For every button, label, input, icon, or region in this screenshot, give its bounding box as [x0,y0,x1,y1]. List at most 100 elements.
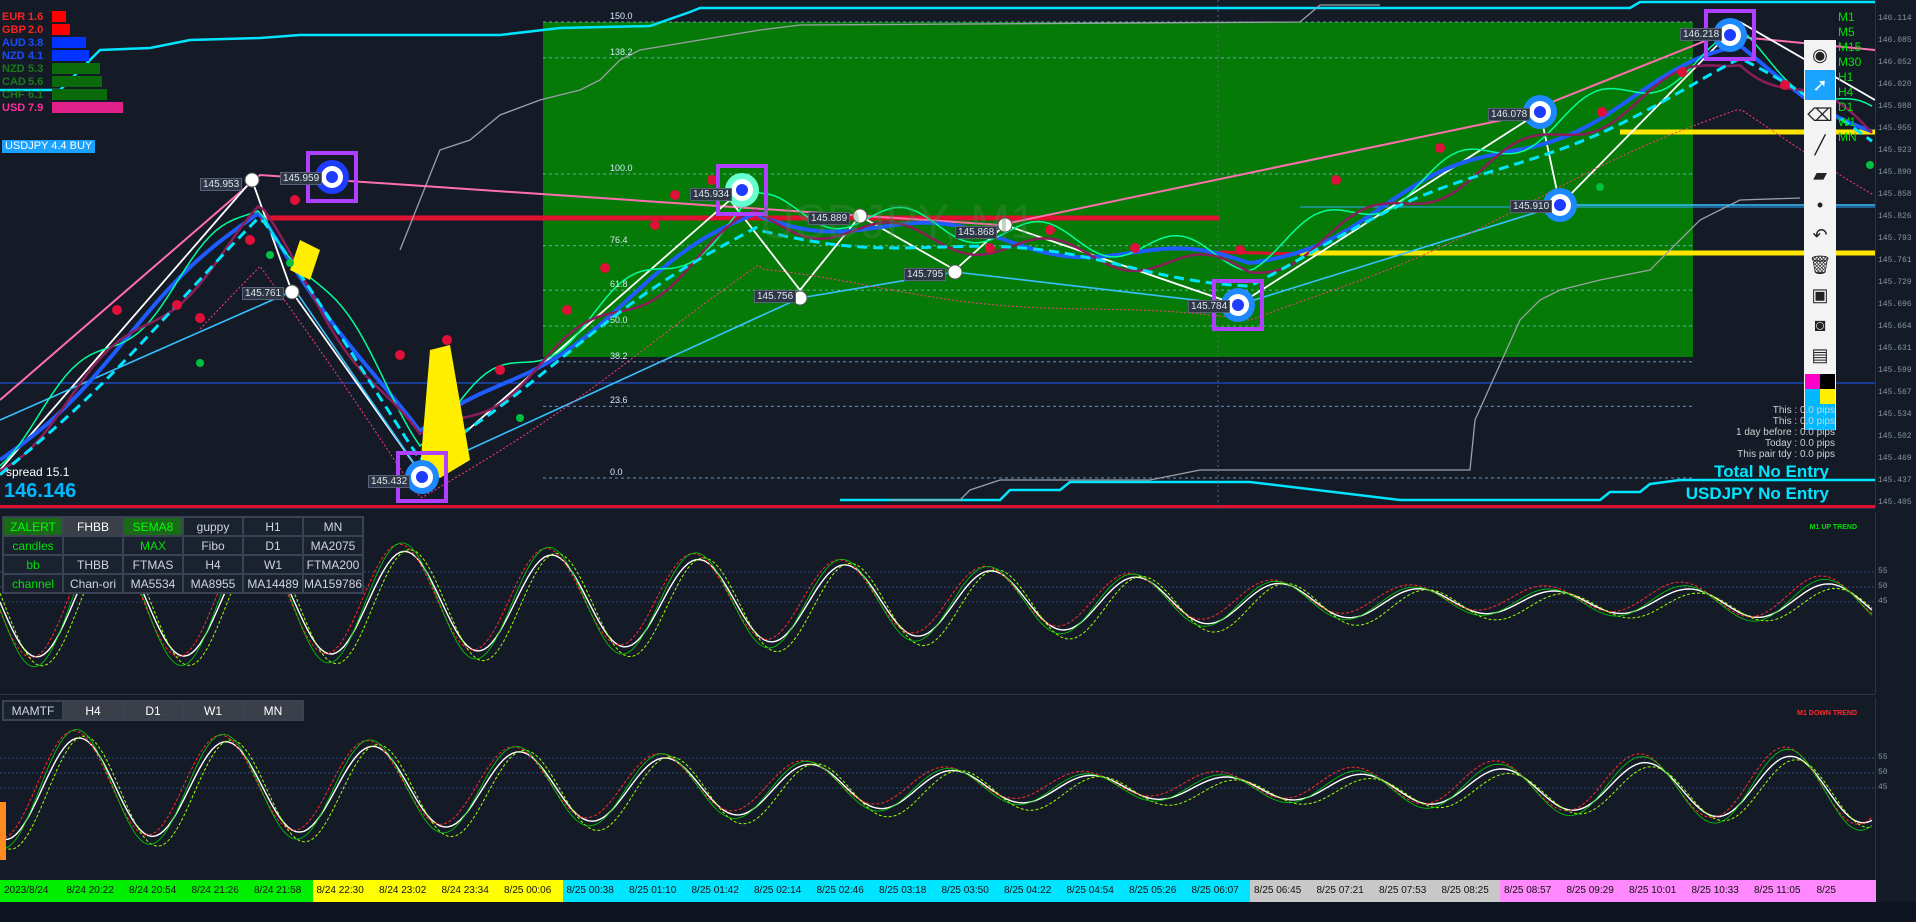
mtf-button[interactable]: W1 [183,701,243,720]
timeframe-selector[interactable]: M1 M5 M15 M30 H1 H4 D1 W1 MN [1838,10,1861,145]
bottom-scroll-bar[interactable] [0,902,1916,922]
timeframe-m30[interactable]: M30 [1838,55,1861,70]
eye-icon[interactable]: ◉ [1805,40,1835,70]
indicator-button[interactable]: SEMA8 [123,517,183,536]
currency-row: NZD 5.3 [2,62,100,75]
fibo-level-label: 150.0 [610,11,633,21]
signal-dot-red [1780,80,1790,90]
indicator-button[interactable]: Fibo [183,536,243,555]
indicator-button[interactable]: THBB [63,555,123,574]
indicator-button[interactable]: D1 [243,536,303,555]
mtf-button[interactable]: D1 [123,701,183,720]
price-axis[interactable]: 146.114 146.085 146.052 146.020 145.988 145.9… [1875,0,1916,508]
oscillator-panel-1[interactable]: ZALERT FHBB SEMA8 guppy H1 MN candles MAX Fibo D1… [0,512,1875,695]
current-price-readout: 146.146 [4,480,77,502]
currency-strength-bar [52,11,66,22]
undo-icon[interactable]: ↶ [1805,220,1835,250]
indicator-button[interactable]: MN [303,517,363,536]
indicator-button[interactable]: MA2075 [303,536,363,555]
screen-icon[interactable]: ▣ [1805,280,1835,310]
color-swatch-cell[interactable] [1805,374,1820,389]
signal-dot-red [495,365,505,375]
color-swatch-cell[interactable] [1820,389,1835,404]
main-price-chart[interactable]: USDJPY, M1 EUR 1.6 GBP 2.0 AUD 3.8 NZD 4.1 NZD 5.… [0,0,1875,509]
target-ring [1232,299,1244,311]
indicator-button[interactable]: FHBB [63,517,123,536]
time-label: 8/25 [1812,880,1876,902]
oscillator-2-canvas[interactable] [0,698,1875,880]
fibo-level-label: 38.2 [610,350,628,361]
indicator-button[interactable]: MA14489 [243,574,303,593]
indicator-button[interactable]: MAX [123,536,183,555]
price-tick-label: 145.437 [1878,476,1912,485]
fibo-level-label: 76.4 [610,234,628,245]
price-chart-canvas[interactable]: USDJPY, M1 [0,0,1875,508]
fibo-level-label: 138.2 [610,46,633,57]
drawing-toolbar[interactable]: ◉ ➚ ⌫ ╱ ▰ • ↶ 🗑 ▣ ◙ ▤ [1804,40,1836,430]
dot-icon[interactable]: • [1805,190,1835,220]
mamtf-button-row[interactable]: MAMTF H4 D1 W1 MN [2,700,304,721]
indicator-button[interactable]: FTMA200 [303,555,363,574]
indicator-button[interactable]: MA159786 [303,574,363,593]
indicator-button[interactable]: ZALERT [3,517,63,536]
color-swatch-cell[interactable] [1820,374,1835,389]
clipboard-icon[interactable]: ▤ [1805,340,1835,370]
indicator-button[interactable]: FTMAS [123,555,183,574]
timeframe-h4[interactable]: H4 [1838,85,1861,100]
mtf-button[interactable]: H4 [63,701,123,720]
currency-row: USD 7.9 [2,101,123,114]
oscillator-panel-2[interactable]: MAMTF H4 D1 W1 MN M1 DOWN TREND [0,698,1875,880]
trash-icon[interactable]: 🗑 [1805,250,1835,280]
currency-strength-bar [52,102,123,113]
signal-dot-red [1331,175,1341,185]
signal-dot-red [707,175,717,185]
mtf-button[interactable]: MAMTF [3,701,63,720]
price-tick-label: 145.502 [1878,432,1912,441]
cursor-icon[interactable]: ➚ [1805,70,1835,100]
timeframe-m5[interactable]: M5 [1838,25,1861,40]
signal-dot-red [1235,245,1245,255]
indicator-button[interactable]: MA8955 [183,574,243,593]
price-tick-label: 145.729 [1878,278,1912,287]
swing-price-label: 145.959 [280,172,323,185]
timeframe-m15[interactable]: M15 [1838,40,1861,55]
indicator-button[interactable]: channel [3,574,63,593]
indicator-button[interactable]: H4 [183,555,243,574]
time-label: 8/25 07:53 [1375,880,1438,902]
pair-signal-badge: USDJPY 4.4 BUY [2,140,96,153]
indicator-button[interactable]: guppy [183,517,243,536]
price-tick-label: 146.114 [1878,14,1912,23]
mtf-button[interactable]: MN [243,701,303,720]
time-label: 8/25 05:26 [1125,880,1188,902]
indicator-button-grid[interactable]: ZALERT FHBB SEMA8 guppy H1 MN candles MAX Fibo D1… [2,516,364,594]
signal-dot-red [1597,107,1607,117]
timeframe-w1[interactable]: W1 [1838,115,1861,130]
timeframe-m1[interactable]: M1 [1838,10,1861,25]
time-label: 8/25 04:22 [1000,880,1063,902]
indicator-button[interactable]: Chan-ori [63,574,123,593]
currency-strength-bar [52,76,102,87]
fibo-level-label: 0.0 [610,467,623,477]
fibo-level-label: 50.0 [610,315,628,325]
highlighter-icon[interactable]: ▰ [1805,160,1835,190]
indicator-button[interactable]: H1 [243,517,303,536]
pen-icon[interactable]: ╱ [1805,130,1835,160]
indicator-button[interactable]: MA5534 [123,574,183,593]
price-tick-label: 145.405 [1878,498,1912,507]
osc-level-tick: 50 [1878,582,1888,591]
camera-icon[interactable]: ◙ [1805,310,1835,340]
currency-strength-bar [52,37,86,48]
signal-dot-red [1677,67,1687,77]
timeframe-h1[interactable]: H1 [1838,70,1861,85]
indicator-button[interactable]: bb [3,555,63,574]
time-axis[interactable]: 2023/8/24 8/24 20:22 8/24 20:54 8/24 21:26 8… [0,880,1876,902]
indicator-button[interactable]: candles [3,536,63,555]
fibo-level-label: 61.8 [610,279,628,290]
color-swatch[interactable] [1805,374,1835,404]
indicator-button[interactable]: W1 [243,555,303,574]
color-swatch-cell[interactable] [1805,389,1820,404]
eraser-icon[interactable]: ⌫ [1805,100,1835,130]
timeframe-d1[interactable]: D1 [1838,100,1861,115]
timeframe-mn[interactable]: MN [1838,130,1861,145]
indicator-button[interactable] [63,536,123,555]
